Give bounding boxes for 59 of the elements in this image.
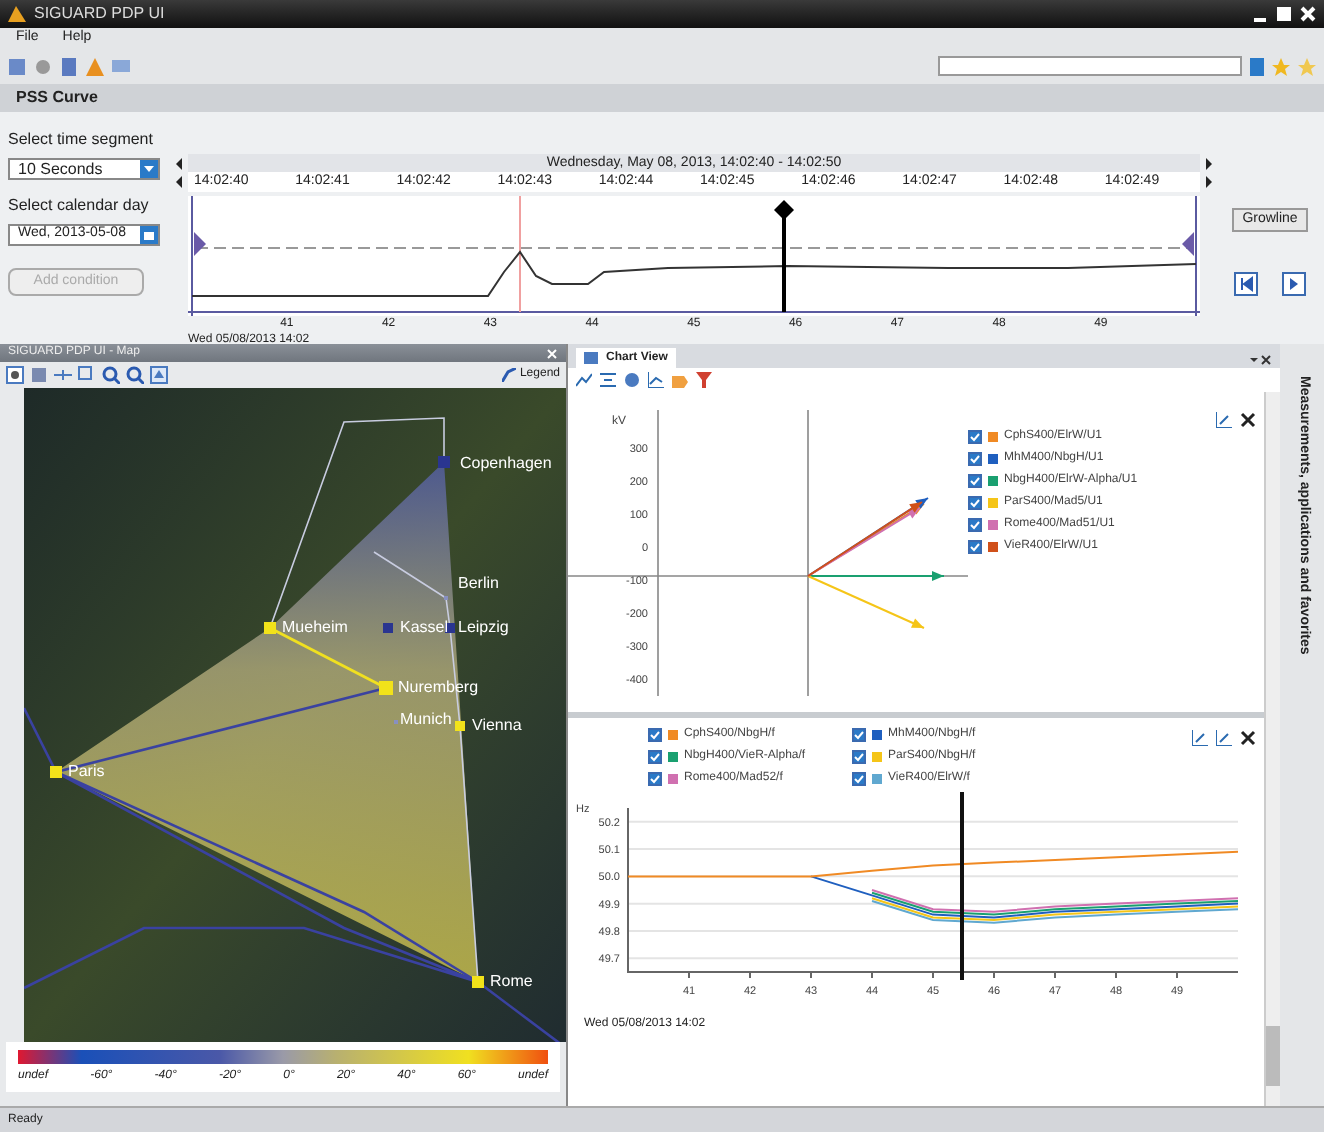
checkbox[interactable] bbox=[852, 728, 866, 742]
calendar-icon bbox=[140, 226, 158, 244]
substation-node[interactable] bbox=[379, 681, 393, 695]
checkbox[interactable] bbox=[648, 750, 662, 764]
field-label: Select time segment bbox=[8, 128, 155, 152]
skip-back-icon[interactable] bbox=[1234, 272, 1258, 296]
window-title: SIGUARD PDP UI bbox=[34, 2, 165, 26]
chart-settings-icon[interactable] bbox=[1192, 730, 1208, 746]
checkbox[interactable] bbox=[968, 452, 982, 466]
city-label: Paris bbox=[68, 762, 105, 782]
city-label: Mueheim bbox=[282, 618, 348, 638]
checkbox[interactable] bbox=[648, 728, 662, 742]
close-icon[interactable] bbox=[1240, 730, 1256, 746]
city-label: Vienna bbox=[472, 716, 522, 736]
star-icon[interactable] bbox=[1298, 57, 1316, 75]
checkbox[interactable] bbox=[968, 540, 982, 554]
chart-settings-icon[interactable] bbox=[1216, 730, 1232, 746]
play-icon[interactable] bbox=[1282, 272, 1306, 296]
app-icon bbox=[8, 6, 26, 22]
star-icon[interactable] bbox=[1272, 57, 1290, 75]
city-label: Munich bbox=[400, 710, 452, 730]
field-label: Select calendar day bbox=[8, 194, 151, 218]
zoom-out-icon[interactable] bbox=[126, 366, 144, 384]
time-segment-dropdown[interactable]: 10 Seconds bbox=[8, 158, 160, 180]
zoom-box-icon[interactable] bbox=[78, 366, 96, 384]
city-label: Leipzig bbox=[458, 618, 509, 638]
checkbox[interactable] bbox=[968, 430, 982, 444]
pan-icon[interactable] bbox=[6, 366, 24, 384]
scrollbar[interactable] bbox=[1264, 392, 1280, 1106]
checkbox[interactable] bbox=[648, 772, 662, 786]
section-title: PSS Curve bbox=[16, 86, 98, 110]
close-icon[interactable] bbox=[1260, 352, 1272, 368]
dropdown-icon bbox=[140, 160, 158, 178]
substation-node[interactable] bbox=[50, 766, 62, 778]
checkbox[interactable] bbox=[968, 518, 982, 532]
legend-icon bbox=[501, 368, 516, 382]
chart-settings-icon[interactable] bbox=[1216, 412, 1232, 428]
checkbox[interactable] bbox=[968, 496, 982, 510]
move-icon[interactable] bbox=[54, 366, 72, 384]
substation-node[interactable] bbox=[438, 456, 450, 468]
substation-node[interactable] bbox=[455, 721, 465, 731]
checkbox[interactable] bbox=[852, 750, 866, 764]
search-field[interactable] bbox=[938, 56, 1242, 76]
dropdown-icon[interactable] bbox=[1248, 352, 1260, 368]
checkbox[interactable] bbox=[852, 772, 866, 786]
layers-icon[interactable] bbox=[150, 366, 168, 384]
checkbox[interactable] bbox=[968, 474, 982, 488]
city-label: Rome bbox=[490, 972, 533, 992]
filter-icon[interactable] bbox=[696, 372, 712, 388]
line-chart-icon[interactable] bbox=[576, 372, 592, 388]
city-label: Copenhagen bbox=[460, 454, 552, 474]
align-icon[interactable] bbox=[600, 372, 616, 388]
substation-node[interactable] bbox=[264, 622, 276, 634]
maximize-icon[interactable] bbox=[1276, 6, 1292, 22]
zoom-in-icon[interactable] bbox=[102, 366, 120, 384]
substation-node[interactable] bbox=[383, 623, 393, 633]
substation-node[interactable] bbox=[472, 976, 484, 988]
city-label: Berlin bbox=[458, 574, 499, 594]
close-icon[interactable] bbox=[1240, 412, 1256, 428]
